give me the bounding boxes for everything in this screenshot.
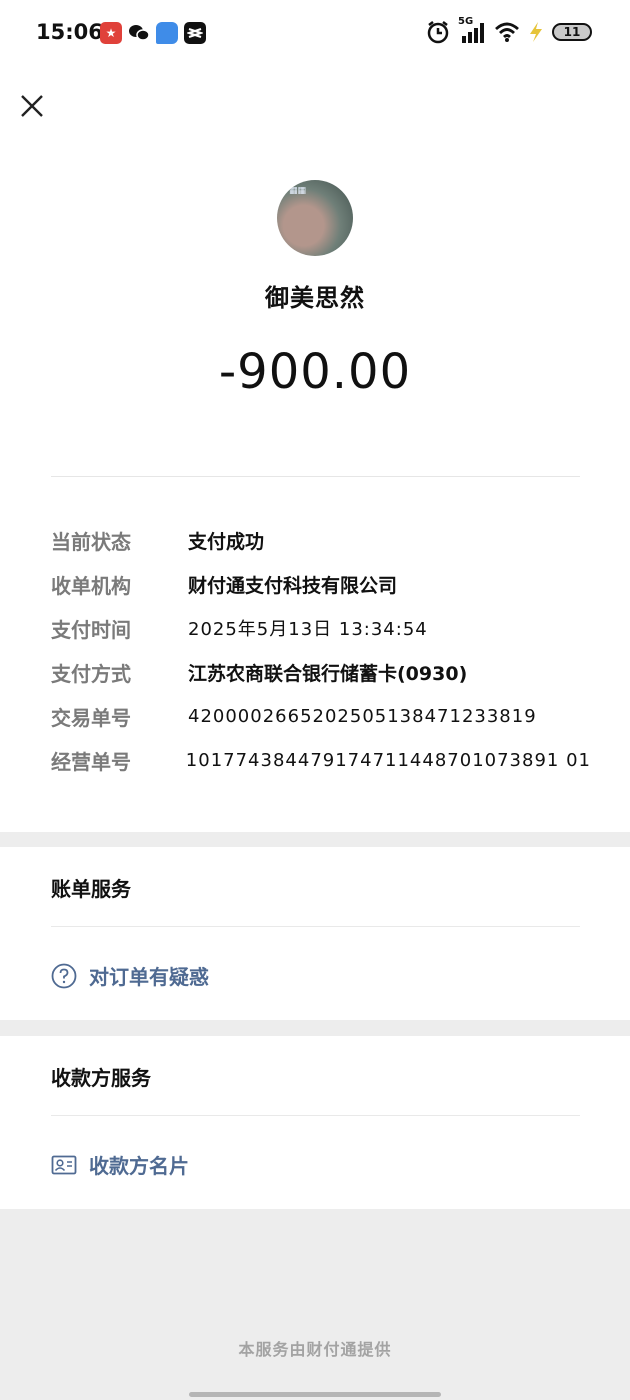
status-time: 15:06 (36, 20, 103, 44)
order-question-label: 对订单有疑惑 (89, 965, 209, 989)
question-icon (51, 963, 77, 988)
section-title: 收款方服务 (51, 1066, 151, 1090)
detail-row-merchant-order-id: 经营单号 101774384479174711448701073891 01 (51, 738, 591, 782)
section-title: 账单服务 (51, 877, 131, 901)
section-divider (51, 926, 580, 927)
status-bar: 15:06 ★ 5G 11 (0, 0, 630, 66)
alarm-icon (427, 21, 449, 44)
detail-label: 收单机构 (51, 573, 131, 598)
section-divider (51, 1115, 580, 1116)
detail-row-method: 支付方式 江苏农商联合银行储蓄卡(0930) (51, 650, 591, 694)
detail-value: 支付成功 (188, 530, 265, 553)
charging-icon (530, 22, 542, 42)
payee-card-label: 收款方名片 (89, 1154, 189, 1178)
detail-label: 经营单号 (51, 749, 131, 774)
capcut-icon (184, 22, 206, 44)
wifi-icon (495, 22, 519, 42)
battery-indicator: 11 (552, 23, 592, 41)
bill-service-section: 账单服务 对订单有疑惑 (0, 847, 630, 1020)
notification-icons: ★ (100, 22, 206, 44)
payment-detail-panel: ▦▦ 御美思然 -900.00 当前状态 支付成功 收单机构 财付通支付科技有限… (0, 66, 630, 832)
service-provider-footer: 本服务由财付通提供 (238, 1340, 392, 1359)
detail-label: 支付方式 (51, 661, 131, 686)
app-blue-icon (156, 22, 178, 44)
app-red-icon: ★ (100, 22, 122, 44)
transaction-details: 当前状态 支付成功 收单机构 财付通支付科技有限公司 支付时间 2025年5月1… (51, 518, 591, 782)
detail-row-time: 支付时间 2025年5月13日 13:34:54 (51, 606, 591, 650)
close-icon (21, 95, 43, 117)
home-indicator[interactable] (189, 1392, 441, 1397)
detail-value: 财付通支付科技有限公司 (188, 574, 398, 597)
detail-label: 支付时间 (51, 617, 131, 642)
system-icons: 5G 11 (426, 16, 592, 44)
detail-row-transaction-id: 交易单号 4200002665202505138471233819 (51, 694, 591, 738)
detail-value: 江苏农商联合银行储蓄卡(0930) (188, 662, 468, 685)
amount-divider (51, 476, 580, 477)
detail-label: 当前状态 (51, 529, 131, 554)
close-button[interactable] (18, 92, 46, 120)
payment-amount: -900.00 (218, 344, 412, 400)
detail-value: 101774384479174711448701073891 01 (185, 749, 591, 771)
order-question-link[interactable]: 对订单有疑惑 (51, 961, 209, 990)
payee-service-section: 收款方服务 收款方名片 (0, 1036, 630, 1209)
merchant-name: 御美思然 (265, 284, 365, 312)
wechat-icon (128, 22, 150, 44)
detail-label: 交易单号 (51, 705, 131, 730)
signal-icon: 5G (458, 16, 486, 44)
merchant-avatar[interactable]: ▦▦ (277, 180, 353, 256)
detail-value: 4200002665202505138471233819 (188, 705, 537, 727)
detail-row-status: 当前状态 支付成功 (51, 518, 591, 562)
avatar-image-detail: ▦▦ (289, 186, 307, 196)
detail-row-acquirer: 收单机构 财付通支付科技有限公司 (51, 562, 591, 606)
payee-card-link[interactable]: 收款方名片 (51, 1150, 189, 1179)
contact-card-icon (51, 1155, 77, 1174)
detail-value: 2025年5月13日 13:34:54 (188, 619, 428, 640)
